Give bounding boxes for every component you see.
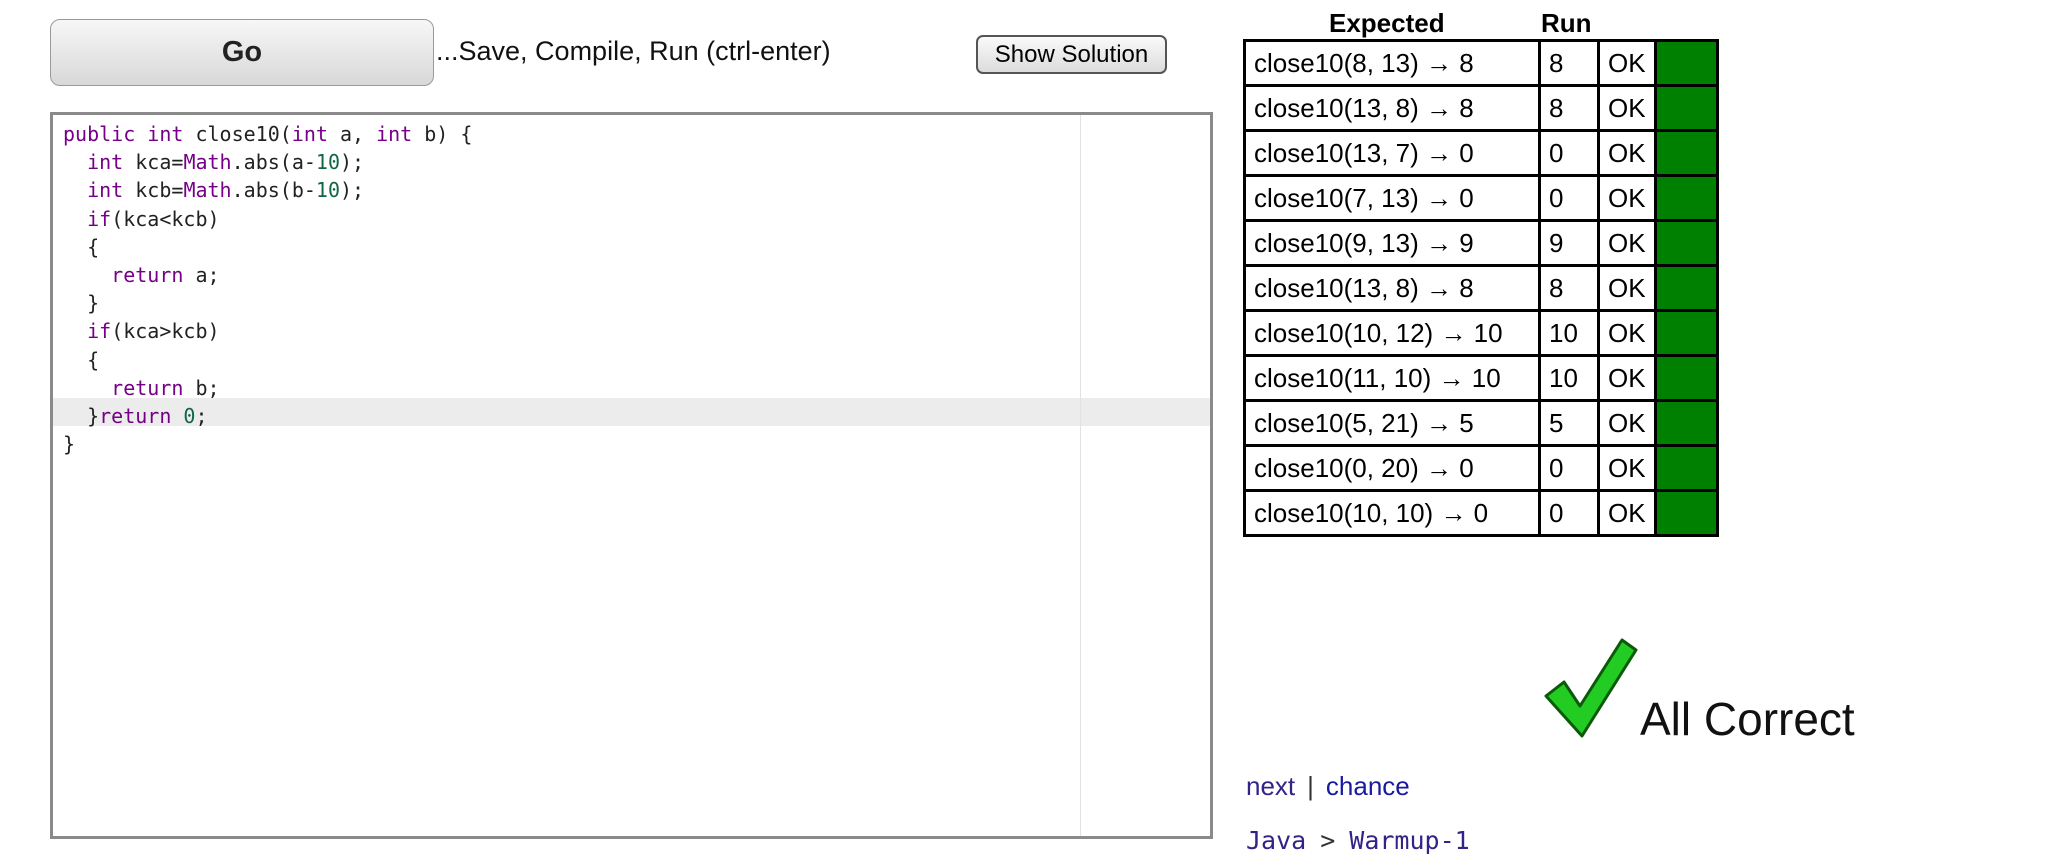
header-run: Run <box>1541 8 1592 38</box>
run-cell: 8 <box>1538 39 1600 87</box>
run-cell: 9 <box>1538 219 1600 267</box>
run-cell: 10 <box>1538 309 1600 357</box>
header-expected: Expected <box>1329 8 1445 38</box>
run-cell: 5 <box>1538 399 1600 447</box>
run-cell: 0 <box>1538 489 1600 537</box>
next-link[interactable]: next <box>1246 771 1295 801</box>
run-cell: 0 <box>1538 444 1600 492</box>
code-editor[interactable]: public int close10(int a, int b) { int k… <box>50 112 1213 839</box>
pass-indicator <box>1653 219 1719 267</box>
print-margin <box>1080 115 1081 836</box>
expected-cell: close10(11, 10) → 10 <box>1243 354 1541 402</box>
status-cell: OK <box>1597 264 1657 312</box>
status-cell: OK <box>1597 354 1657 402</box>
problem-links: next | chance <box>1246 771 1410 802</box>
status-cell: OK <box>1597 444 1657 492</box>
result-row: close10(5, 21) → 5 5 OK <box>1243 399 1719 447</box>
expected-cell: close10(9, 13) → 9 <box>1243 219 1541 267</box>
run-cell: 10 <box>1538 354 1600 402</box>
run-cell: 0 <box>1538 129 1600 177</box>
result-row: close10(13, 8) → 8 8 OK <box>1243 264 1719 312</box>
status-cell: OK <box>1597 39 1657 87</box>
pass-indicator <box>1653 399 1719 447</box>
status-cell: OK <box>1597 174 1657 222</box>
run-cell: 0 <box>1538 174 1600 222</box>
status-cell: OK <box>1597 129 1657 177</box>
pass-indicator <box>1653 444 1719 492</box>
breadcrumb-warmup[interactable]: Warmup-1 <box>1349 826 1469 855</box>
result-row: close10(7, 13) → 0 0 OK <box>1243 174 1719 222</box>
link-separator: | <box>1307 771 1314 801</box>
go-button[interactable]: Go <box>50 19 434 86</box>
expected-cell: close10(10, 12) → 10 <box>1243 309 1541 357</box>
result-row: close10(0, 20) → 0 0 OK <box>1243 444 1719 492</box>
run-cell: 8 <box>1538 264 1600 312</box>
go-hint-text: ...Save, Compile, Run (ctrl-enter) <box>436 36 831 66</box>
result-row: close10(11, 10) → 10 10 OK <box>1243 354 1719 402</box>
pass-indicator <box>1653 129 1719 177</box>
results-header: Expected Run <box>1243 8 1719 39</box>
status-cell: OK <box>1597 219 1657 267</box>
show-solution-button[interactable]: Show Solution <box>976 35 1167 74</box>
result-row: close10(9, 13) → 9 9 OK <box>1243 219 1719 267</box>
pass-indicator <box>1653 354 1719 402</box>
expected-cell: close10(13, 7) → 0 <box>1243 129 1541 177</box>
pass-indicator <box>1653 174 1719 222</box>
pass-indicator <box>1653 489 1719 537</box>
result-row: close10(13, 7) → 0 0 OK <box>1243 129 1719 177</box>
expected-cell: close10(13, 8) → 8 <box>1243 264 1541 312</box>
pass-indicator <box>1653 84 1719 132</box>
results-panel: Expected Run close10(8, 13) → 8 8 OK close1… <box>1243 8 1719 537</box>
status-cell: OK <box>1597 399 1657 447</box>
results-table: close10(8, 13) → 8 8 OK close10(13, 8) → 88… <box>1243 39 1719 537</box>
check-mark-icon <box>1544 638 1638 738</box>
result-row: close10(13, 8) → 8 8 OK <box>1243 84 1719 132</box>
breadcrumb-java[interactable]: Java <box>1246 826 1306 855</box>
pass-indicator <box>1653 264 1719 312</box>
expected-cell: close10(13, 8) → 8 <box>1243 84 1541 132</box>
expected-cell: close10(5, 21) → 5 <box>1243 399 1541 447</box>
result-row: close10(10, 10) → 0 0 OK <box>1243 489 1719 537</box>
run-cell: 8 <box>1538 84 1600 132</box>
result-row: close10(10, 12) → 10 10 OK <box>1243 309 1719 357</box>
result-row: close10(8, 13) → 8 8 OK <box>1243 39 1719 87</box>
expected-cell: close10(7, 13) → 0 <box>1243 174 1541 222</box>
status-cell: OK <box>1597 84 1657 132</box>
code-text[interactable]: public int close10(int a, int b) { int k… <box>63 120 472 458</box>
status-cell: OK <box>1597 309 1657 357</box>
breadcrumb-separator: > <box>1320 826 1336 855</box>
all-correct-text: All Correct <box>1640 693 1855 745</box>
expected-cell: close10(10, 10) → 0 <box>1243 489 1541 537</box>
pass-indicator <box>1653 39 1719 87</box>
expected-cell: close10(8, 13) → 8 <box>1243 39 1541 87</box>
expected-cell: close10(0, 20) → 0 <box>1243 444 1541 492</box>
pass-indicator <box>1653 309 1719 357</box>
chance-link[interactable]: chance <box>1326 771 1410 801</box>
breadcrumb: Java > Warmup-1 <box>1246 826 1470 855</box>
status-cell: OK <box>1597 489 1657 537</box>
